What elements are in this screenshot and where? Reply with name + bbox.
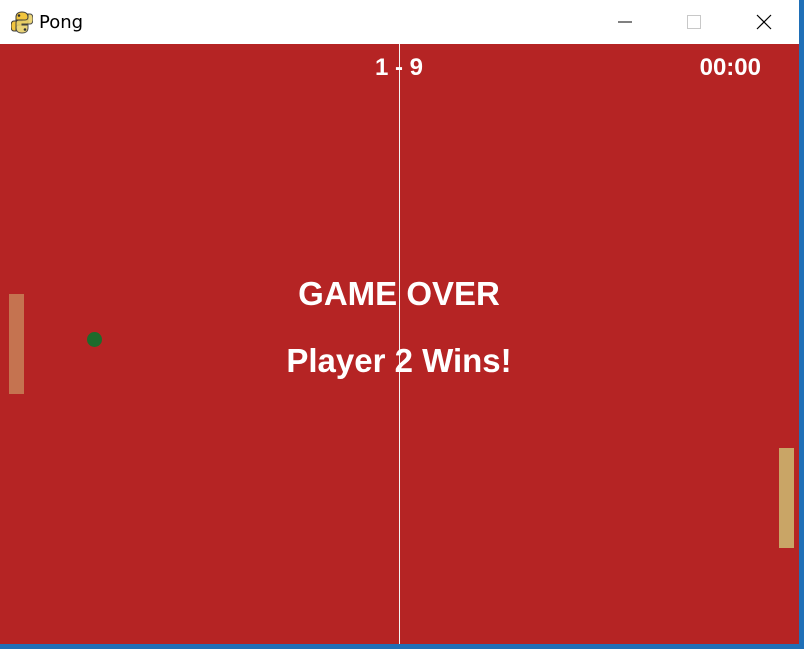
window-right-edge [799,0,804,649]
left-paddle [9,294,24,394]
window-title: Pong [39,12,84,33]
window-bottom-edge [0,644,804,649]
right-paddle [779,448,794,548]
game-over-text: GAME OVER [298,275,500,312]
winner-text: Player 2 Wins! [286,342,512,379]
timer-display: 00:00 [699,54,761,81]
close-icon [756,14,772,30]
score-display: 1 - 9 [374,54,424,81]
game-canvas[interactable]: 1 - 9 00:00 GAME OVER Player 2 Wins! [0,44,799,644]
minimize-button[interactable] [602,0,648,44]
ball [87,332,102,347]
maximize-button[interactable] [671,0,717,44]
maximize-icon [687,15,701,29]
python-snake-icon [10,10,34,34]
close-button[interactable] [741,0,787,44]
title-bar: Pong [0,0,799,44]
minimize-icon [618,21,632,23]
